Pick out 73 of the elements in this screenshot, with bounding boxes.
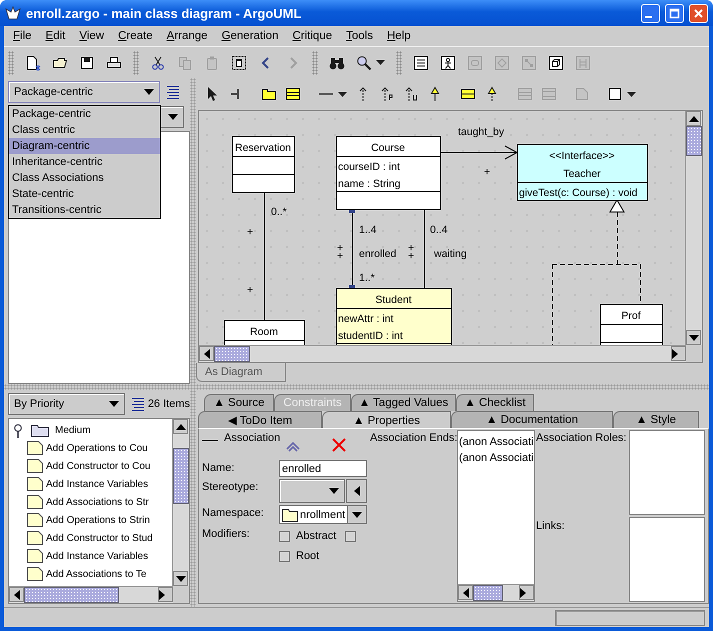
stereotype-label: <<Interface>> <box>549 150 615 162</box>
attribute-text: studentID : int <box>338 330 403 342</box>
attribute-text: courseID : int <box>338 161 400 173</box>
edge-label: enrolled <box>359 248 396 260</box>
dropdown-option[interactable]: Inheritance-centric <box>9 154 160 170</box>
menu-item[interactable]: Edit <box>38 30 72 42</box>
class-name: Room <box>250 326 278 338</box>
menu-item[interactable]: Critique <box>285 30 340 42</box>
tab[interactable]: ▲ Properties <box>322 411 451 429</box>
tree-item[interactable]: Add Constructor to Stud <box>46 532 153 544</box>
operation-text: giveTest(c: Course) : void <box>519 187 638 199</box>
edge-label: + <box>484 166 490 178</box>
menu-item[interactable]: Tools <box>339 30 380 42</box>
perspective-dropdown[interactable]: Package-centric <box>8 81 160 103</box>
tab[interactable]: ◀ ToDo Item <box>198 411 322 428</box>
tab[interactable]: ▲ Source <box>204 394 274 411</box>
edge-label: + <box>247 284 254 296</box>
field-label: Stereotype: <box>202 480 260 493</box>
class-name: Reservation <box>234 142 292 154</box>
menu-item[interactable]: Arrange <box>160 30 215 42</box>
edge-label: 1..* <box>359 272 375 284</box>
tree-item[interactable]: Medium <box>55 424 91 436</box>
list-item[interactable]: (anon Associati <box>458 434 534 450</box>
menu-item[interactable]: Help <box>380 30 418 42</box>
tree-item[interactable]: Add Operations to Cou <box>46 442 148 454</box>
dropdown-option[interactable]: State-centric <box>9 186 160 202</box>
dropdown-option[interactable]: Diagram-centric <box>9 138 160 154</box>
dropdown-option[interactable]: Class Associations <box>9 170 160 186</box>
tab[interactable]: ▲ Checklist <box>456 394 534 411</box>
tree-item[interactable]: Add Constructor to Cou <box>46 460 150 472</box>
checkbox-label: Root <box>296 550 320 562</box>
edge-label: + <box>247 226 254 238</box>
tab[interactable]: ▲ Documentation <box>451 411 613 428</box>
menu-item[interactable]: Create <box>111 30 160 42</box>
edge-label: 1..4 <box>359 224 377 236</box>
dropdown-option[interactable]: Class centric <box>9 122 160 138</box>
menu-item[interactable]: File <box>6 30 39 42</box>
dropdown-option[interactable]: Transitions-centric <box>9 202 160 218</box>
name-field[interactable]: enrolled <box>279 460 367 477</box>
class-name: Student <box>375 294 412 306</box>
menu-item[interactable]: Generation <box>214 30 286 42</box>
field-label: Namespace: <box>202 506 265 519</box>
menu-item[interactable]: View <box>72 30 112 42</box>
item-count: 26 Items <box>148 398 190 410</box>
tab[interactable]: ▲ Style <box>613 411 699 428</box>
class-name: Teacher <box>563 168 601 180</box>
namespace-dropdown[interactable]: nrollment <box>279 505 367 524</box>
list-item[interactable]: (anon Associati <box>458 450 534 466</box>
field-label: Association Roles: <box>535 431 627 446</box>
attribute-text: name : String <box>338 178 400 190</box>
tree-item[interactable]: Add Instance Variables <box>46 478 148 490</box>
edge-label: 0..* <box>271 206 287 218</box>
checkbox-label: Abstract <box>296 530 336 542</box>
element-type-label: Association <box>224 432 280 444</box>
sort-dropdown[interactable]: By Priority <box>8 393 125 415</box>
tree-item[interactable]: Add Associations to Str <box>46 496 149 508</box>
field-label: Association Ends: <box>369 431 457 446</box>
tree-item[interactable]: Add Operations to Strin <box>46 514 150 526</box>
attribute-text: newAttr : int <box>338 313 394 325</box>
edge-label: taught_by <box>458 126 504 138</box>
tab[interactable]: ▲ Tagged Values <box>351 394 456 411</box>
field-label: Name: <box>202 461 236 474</box>
field-label: Modifiers: <box>202 527 251 540</box>
field-label: Links: <box>535 519 566 534</box>
edge-label: 0..4 <box>430 224 448 236</box>
dropdown-option[interactable]: Package-centric <box>9 106 160 122</box>
class-name: Course <box>371 142 405 154</box>
edge-label: waiting <box>434 248 467 260</box>
tab[interactable]: As Diagram <box>196 363 286 382</box>
window-title: enroll.zargo - main class diagram - ArgoUML <box>26 6 302 20</box>
class-name: Prof <box>621 310 641 322</box>
tree-item[interactable]: Add Instance Variables <box>46 550 148 562</box>
tree-item[interactable]: Add Associations to Te <box>46 568 146 580</box>
